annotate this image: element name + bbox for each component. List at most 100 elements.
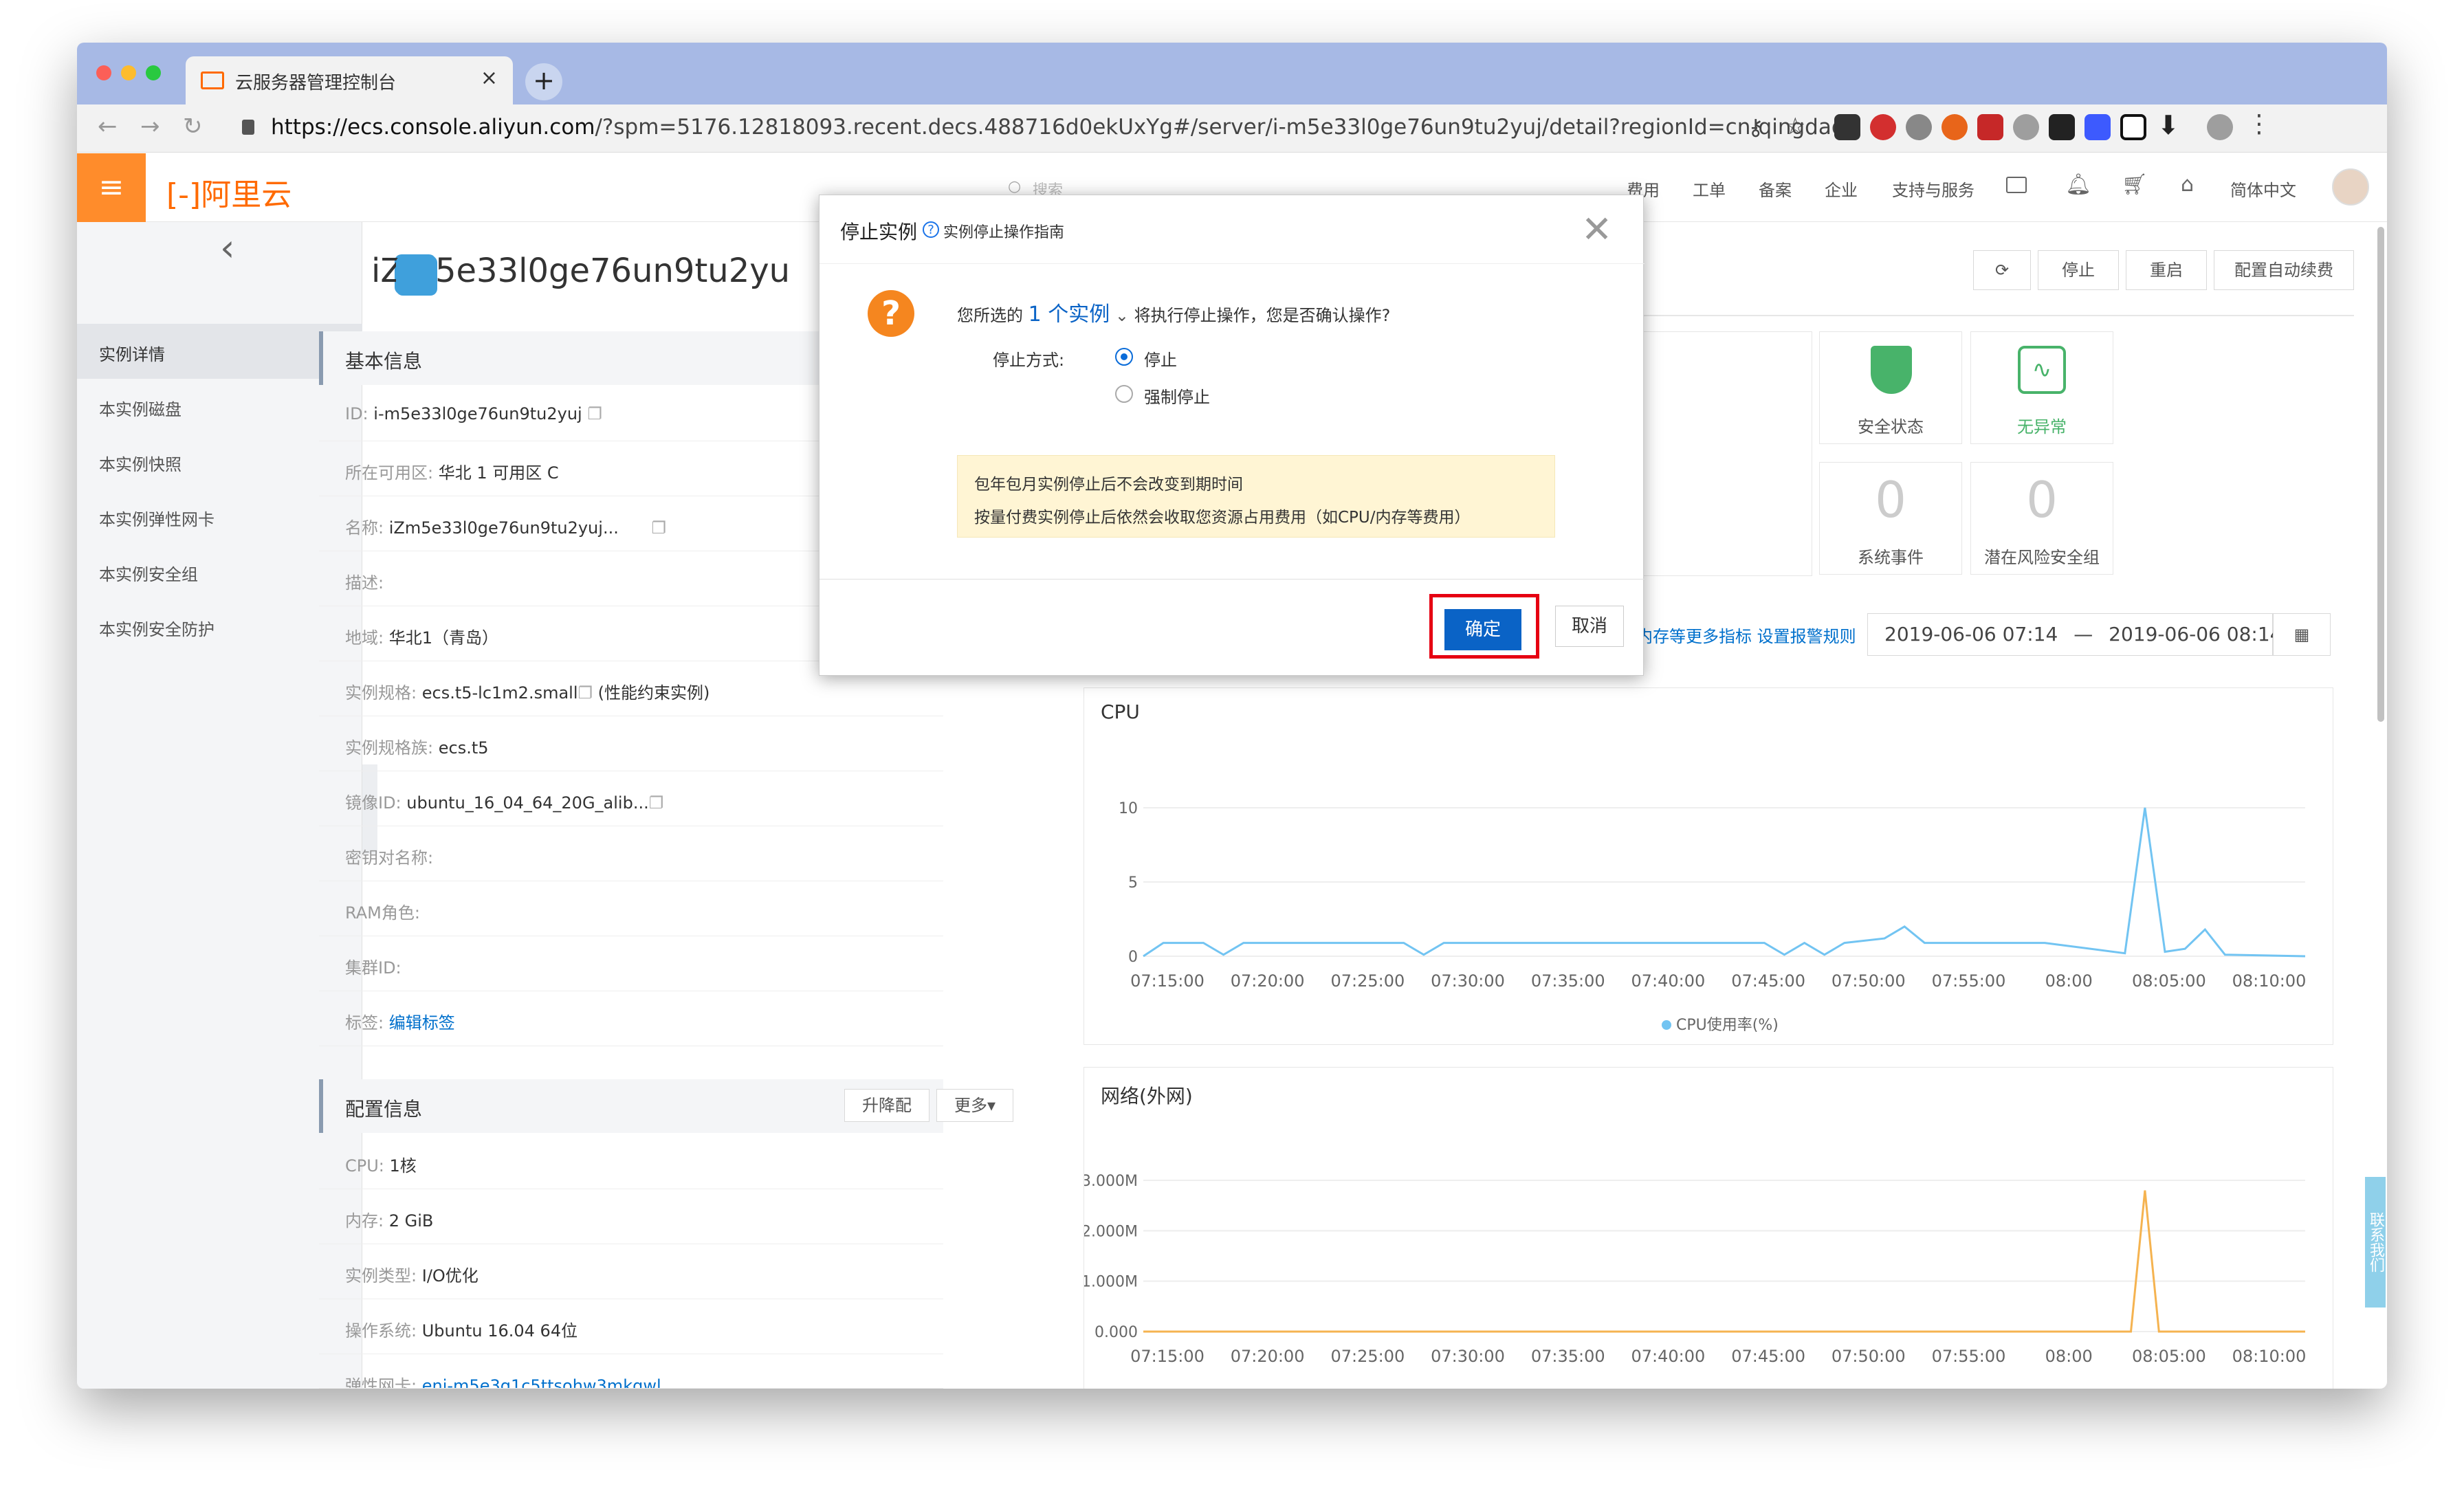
help-icon[interactable]: ? [923,221,939,238]
x-tick-label: 07:30:00 [1431,1347,1505,1366]
home-icon[interactable]: ⌂ [2181,173,2194,197]
cart-icon[interactable]: 🛒︎ [2122,173,2148,197]
sidebar-item-disks[interactable]: 本实例磁盘 [99,396,182,420]
key-icon[interactable]: ⚷ [1748,114,1763,140]
back-arrow-icon[interactable]: ‹ [220,226,235,269]
x-tick-label: 08:10:00 [2232,1347,2307,1366]
terminal-icon[interactable] [2006,177,2027,193]
jh-extension-icon[interactable] [2084,114,2111,140]
x-tick-label: 08:05:00 [2132,1347,2206,1366]
adblock-extension-icon[interactable] [1870,114,1896,140]
status-panel [1639,331,1812,576]
sidebar-item-instance-detail[interactable]: 实例详情 [99,341,165,365]
risk-sg-label: 潜在风险安全组 [1984,548,2100,567]
copy-icon[interactable]: ❐ [649,793,664,813]
address-bar: ← → ↻ https://ecs.console.aliyun.com/?sp… [77,104,2387,153]
eni-link[interactable]: eni-m5e3g1c5ttsohw3mkqwl [422,1376,661,1388]
y-tick-label: 0.000 [1094,1324,1138,1341]
lock-icon [242,120,254,135]
risk-sg-card[interactable]: 0 潜在风险安全组 [1970,462,2113,575]
row-label: 标签: 编辑标签 [345,1009,455,1033]
time-range-picker[interactable]: 2019-06-06 07:14 — 2019-06-06 08:14 [1867,613,2282,656]
star-icon[interactable]: ☆ [1785,113,1805,140]
resize-button[interactable]: 升降配 [844,1089,930,1122]
url-field[interactable]: https://ecs.console.aliyun.com/?spm=5176… [271,115,1845,140]
more-button[interactable]: 更多▾ [936,1089,1013,1122]
scrollbar[interactable] [2377,227,2384,722]
radio-force-stop[interactable] [1115,385,1133,403]
cancel-button[interactable]: 取消 [1555,606,1624,647]
auto-renew-button[interactable]: 配置自动续费 [2214,250,2354,290]
sidebar-item-security-protection[interactable]: 本实例安全防护 [99,616,214,640]
stop-guide-link[interactable]: 实例停止操作指南 [943,220,1064,242]
sidebar-item-eni[interactable]: 本实例弹性网卡 [99,506,214,530]
copy-icon[interactable]: ❐ [578,683,593,703]
calendar-icon[interactable]: ▦ [2273,613,2331,656]
region-label: 地域: [345,628,384,648]
nav-tickets[interactable]: 工单 [1693,177,1726,201]
avatar[interactable] [2332,168,2369,206]
stop-button[interactable]: 停止 [2038,250,2119,290]
sidebar-item-snapshots[interactable]: 本实例快照 [99,451,182,475]
dialog-close-icon[interactable]: ✕ [1581,209,1612,250]
notice-line-2: 按量付费实例停止后依然会收取您资源占用费用（如CPU/内存等费用） [974,509,1471,527]
info-row: 实例规格族: ecs.t5 [319,716,943,771]
bell-icon[interactable]: 🔔︎ [2065,173,2091,197]
instance-count-link[interactable]: 1 个实例 [1028,302,1110,327]
cpu-label: CPU: [345,1156,384,1176]
orange-extension-icon[interactable] [1942,114,1968,140]
region-value: 华北1（青岛） [388,628,499,648]
reload-icon[interactable]: ↻ [183,113,203,140]
tab-close-icon[interactable]: × [481,66,498,90]
x-extension-icon[interactable] [2049,114,2075,140]
profile-icon[interactable] [2207,114,2233,140]
edit-name-icon[interactable]: ❐ [651,518,666,538]
chevron-down-icon[interactable]: ⌄ [1115,306,1129,325]
refresh-button[interactable]: ⟳ [1973,250,2031,290]
language-selector[interactable]: 简体中文 [2230,177,2296,201]
maximize-window-icon[interactable] [146,65,161,80]
nav-support[interactable]: 支持与服务 [1892,177,1974,201]
back-icon[interactable]: ← [98,113,118,140]
copy-icon[interactable]: ❐ [587,404,602,423]
translate-extension-icon[interactable] [1977,114,2003,140]
radio-stop-label[interactable]: 停止 [1144,346,1177,371]
y-tick-label: 0 [1128,949,1138,966]
instance-id-value: i-m5e33l0ge76un9tu2yuj [373,404,582,423]
radio-force-stop-label[interactable]: 强制停止 [1144,384,1210,408]
qr-extension-icon[interactable] [1834,114,1860,140]
browser-menu-icon[interactable]: ⋮ [2247,110,2272,138]
x-tick-label: 08:10:00 [2232,971,2307,991]
row-label: 实例规格: ecs.t5-lc1m2.small❐ (性能约束实例) [345,679,710,703]
browser-tab[interactable]: 云服务器管理控制台 × [186,56,513,104]
sidebar-item-security-group[interactable]: 本实例安全组 [99,561,198,585]
minimize-window-icon[interactable] [121,65,136,80]
b-extension-icon[interactable] [2120,114,2146,140]
forward-icon[interactable]: → [140,113,160,140]
system-events-card[interactable]: 0 系统事件 [1819,462,1962,575]
earth-extension-icon[interactable] [2013,114,2039,140]
cluster-label: 集群ID: [345,958,402,978]
new-tab-button[interactable]: + [525,63,562,100]
aliyun-logo[interactable]: [-]阿里云 [166,170,292,214]
url-path: /?spm=5176.12818093.recent.decs.488716d0… [595,115,1845,140]
family-label: 实例规格族: [345,738,434,758]
question-pre: 您所选的 [957,306,1023,325]
edit-tags-link[interactable]: 编辑标签 [389,1013,455,1033]
menu-toggle-button[interactable]: ≡ [77,153,146,222]
cpu-legend[interactable]: CPU使用率(%) [1662,1013,1779,1035]
nav-enterprise[interactable]: 企业 [1825,177,1858,201]
contact-us-tab[interactable]: 联系我们 [2365,1177,2386,1308]
nav-filing[interactable]: 备案 [1759,177,1792,201]
radio-stop[interactable] [1115,348,1133,366]
close-window-icon[interactable] [96,65,111,80]
globe-extension-icon[interactable] [1906,114,1932,140]
health-card[interactable]: ∿ 无异常 [1970,331,2113,444]
network-chart-group: 3.000M 2.000M 1.000M 0.000 07:15:00 07:20:00 0… [1084,1173,2306,1366]
restart-button[interactable]: 重启 [2126,250,2207,290]
monitor-links[interactable]: 内存等更多指标 设置报警规则 [1636,623,1856,647]
network-chart-panel: 网络(外网) 3.000M 2.000M 1.000M 0.000 07:15:00 07… [1084,1067,2333,1389]
security-status-card[interactable]: 安全状态 [1819,331,1962,444]
download-icon[interactable]: ⬇ [2157,110,2179,140]
config-info-title: 配置信息 [345,1098,423,1121]
